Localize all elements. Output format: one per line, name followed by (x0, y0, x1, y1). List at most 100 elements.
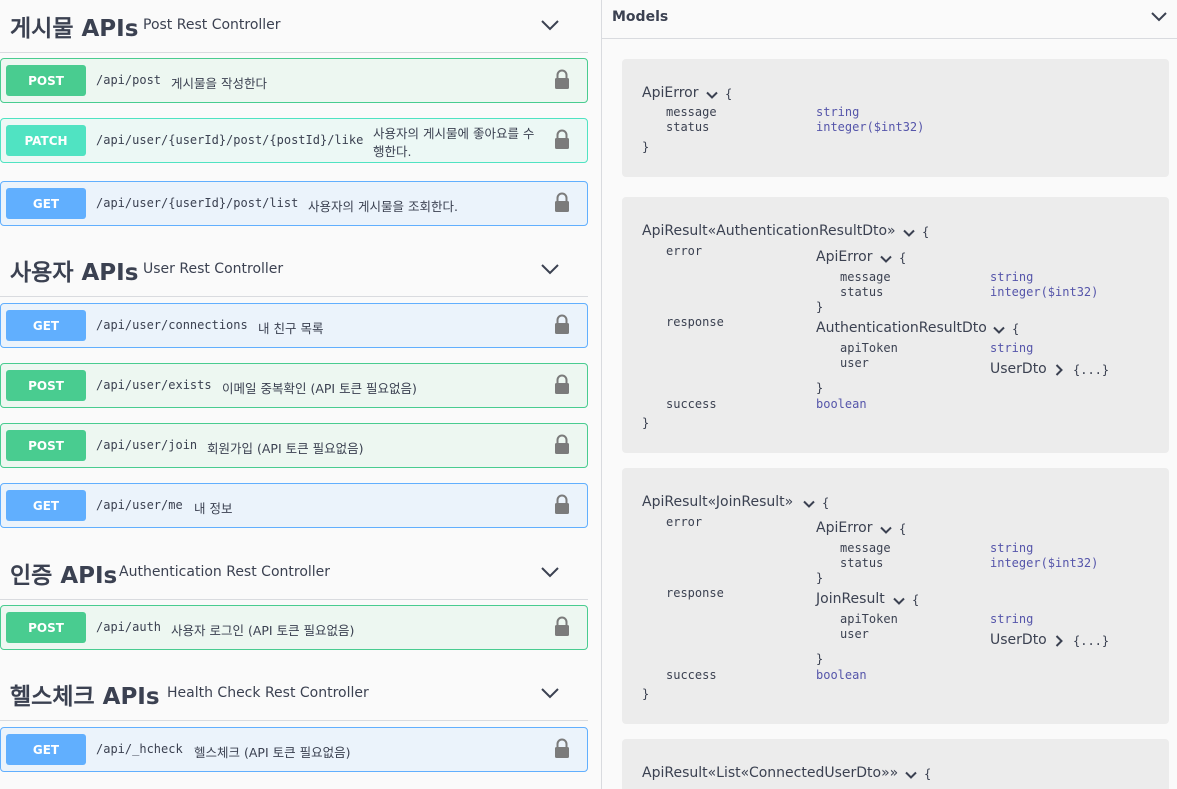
chevron-down-icon[interactable] (905, 771, 917, 780)
operation-path: /api/auth (96, 620, 162, 634)
model-name: ApiResult«AuthenticationResultDto» (642, 223, 896, 239)
chevron-right-icon[interactable] (1055, 364, 1064, 376)
close-brace: } (642, 140, 650, 154)
model-apiresult-joinresult[interactable]: ApiResult«JoinResult» { error ApiError {… (622, 468, 1169, 724)
tag-description: Health Check Rest Controller (167, 685, 369, 701)
prop-type: boolean (816, 668, 867, 682)
open-brace: { (822, 496, 830, 510)
operation-get-post-list[interactable]: GET /api/user/{userId}/post/list 사용자의 게시… (0, 181, 588, 226)
operation-patch-like[interactable]: PATCH /api/user/{userId}/post/{postId}/l… (0, 118, 588, 163)
lock-icon[interactable] (554, 69, 570, 90)
method-badge: GET (6, 310, 86, 341)
tag-header-post[interactable]: 게시물 APIs Post Rest Controller (0, 0, 588, 53)
close-brace: } (642, 416, 650, 430)
prop-name-error: error (666, 515, 703, 529)
prop-type: string (990, 341, 1034, 355)
close-brace: } (642, 687, 650, 701)
close-brace: } (816, 300, 824, 314)
method-badge: PATCH (6, 125, 86, 156)
prop-name-response: response (666, 315, 724, 329)
collapsed-object[interactable]: {...} (1073, 363, 1109, 377)
prop-name: message (666, 105, 717, 119)
operation-summary: 사용자의 게시물에 좋아요를 수행한다. (373, 126, 535, 159)
operation-get-hcheck[interactable]: GET /api/_hcheck 헬스체크 (API 토큰 필요없음) (0, 727, 588, 772)
chevron-down-icon[interactable] (903, 229, 915, 238)
nested-model-name: JoinResult (816, 591, 885, 607)
lock-icon[interactable] (554, 738, 570, 759)
tag-header-auth[interactable]: 인증 APIs Authentication Rest Controller (0, 547, 588, 600)
tag-header-user[interactable]: 사용자 APIs User Rest Controller (0, 244, 588, 297)
lock-icon[interactable] (554, 374, 570, 395)
prop-type: string (990, 612, 1034, 626)
lock-icon[interactable] (554, 616, 570, 637)
open-brace: { (922, 225, 930, 239)
chevron-down-icon[interactable] (993, 326, 1005, 335)
nested-model-name[interactable]: UserDto (990, 361, 1047, 377)
open-brace: { (899, 522, 907, 536)
chevron-down-icon[interactable] (1150, 11, 1168, 23)
chevron-down-icon[interactable] (880, 526, 892, 535)
lock-icon[interactable] (554, 434, 570, 455)
tag-name: 인증 APIs (10, 563, 118, 589)
lock-icon[interactable] (554, 192, 570, 213)
nested-model-name[interactable]: UserDto (990, 632, 1047, 648)
chevron-down-icon[interactable] (540, 262, 560, 276)
open-brace: { (912, 593, 920, 607)
method-badge: POST (6, 430, 86, 461)
lock-icon[interactable] (554, 494, 570, 515)
operation-get-connections[interactable]: GET /api/user/connections 내 친구 목록 (0, 303, 588, 348)
models-header[interactable]: Models (602, 0, 1177, 39)
prop-type: integer($int32) (816, 120, 925, 134)
prop-type: string (990, 541, 1034, 555)
model-name: ApiResult«List«ConnectedUserDto»» (642, 765, 899, 781)
chevron-down-icon[interactable] (540, 565, 560, 579)
tag-description: Authentication Rest Controller (119, 564, 331, 580)
chevron-down-icon[interactable] (803, 500, 815, 509)
prop-name-success: success (666, 668, 717, 682)
open-brace: { (1012, 322, 1020, 336)
close-brace: } (816, 571, 824, 585)
collapsed-object[interactable]: {...} (1073, 634, 1109, 648)
chevron-down-icon[interactable] (540, 18, 560, 32)
chevron-down-icon[interactable] (880, 255, 892, 264)
tag-header-health[interactable]: 헬스체크 APIs Health Check Rest Controller (0, 668, 588, 721)
open-brace: { (725, 87, 733, 101)
operation-summary: 회원가입 (API 토큰 필요없음) (207, 441, 364, 456)
nested-model-name: ApiError (816, 520, 873, 536)
close-brace: } (816, 652, 824, 666)
models-pane: Models ApiError { message string status … (601, 0, 1177, 789)
prop-type: integer($int32) (990, 285, 1099, 299)
operation-post-api-post[interactable]: POST /api/post 게시물을 작성한다 (0, 58, 588, 103)
operations-pane: 게시물 APIs Post Rest Controller POST /api/… (0, 0, 590, 789)
chevron-down-icon[interactable] (893, 597, 905, 606)
prop-name: apiToken (840, 612, 898, 626)
tag-name: 게시물 APIs (10, 16, 139, 42)
lock-icon[interactable] (554, 129, 570, 150)
operation-summary: 게시물을 작성한다 (171, 76, 267, 91)
open-brace: { (899, 251, 907, 265)
operation-post-join[interactable]: POST /api/user/join 회원가입 (API 토큰 필요없음) (0, 423, 588, 468)
prop-name: message (840, 541, 891, 555)
prop-name-response: response (666, 586, 724, 600)
close-brace: } (816, 381, 824, 395)
lock-icon[interactable] (554, 314, 570, 335)
prop-name: apiToken (840, 341, 898, 355)
prop-name-error: error (666, 244, 703, 258)
prop-name: status (840, 285, 884, 299)
chevron-down-icon[interactable] (540, 686, 560, 700)
tag-description: Post Rest Controller (143, 17, 281, 33)
method-badge: POST (6, 612, 86, 643)
chevron-down-icon[interactable] (706, 91, 718, 100)
chevron-right-icon[interactable] (1055, 635, 1064, 647)
operation-get-me[interactable]: GET /api/user/me 내 정보 (0, 483, 588, 528)
operation-post-exists[interactable]: POST /api/user/exists 이메일 중복확인 (API 토큰 필… (0, 363, 588, 408)
model-apierror[interactable]: ApiError { message string status integer… (622, 59, 1169, 177)
operation-post-auth[interactable]: POST /api/auth 사용자 로그인 (API 토큰 필요없음) (0, 605, 588, 650)
operation-summary: 내 정보 (194, 501, 233, 516)
model-apiresult-list-connecteduserdto[interactable]: ApiResult«List«ConnectedUserDto»» { (622, 739, 1169, 789)
method-badge: GET (6, 188, 86, 219)
model-apiresult-authenticationresultdto[interactable]: ApiResult«AuthenticationResultDto» { err… (622, 197, 1169, 453)
method-badge: GET (6, 734, 86, 765)
model-name: ApiError (642, 85, 699, 101)
operation-summary: 사용자의 게시물을 조회한다. (308, 199, 458, 214)
